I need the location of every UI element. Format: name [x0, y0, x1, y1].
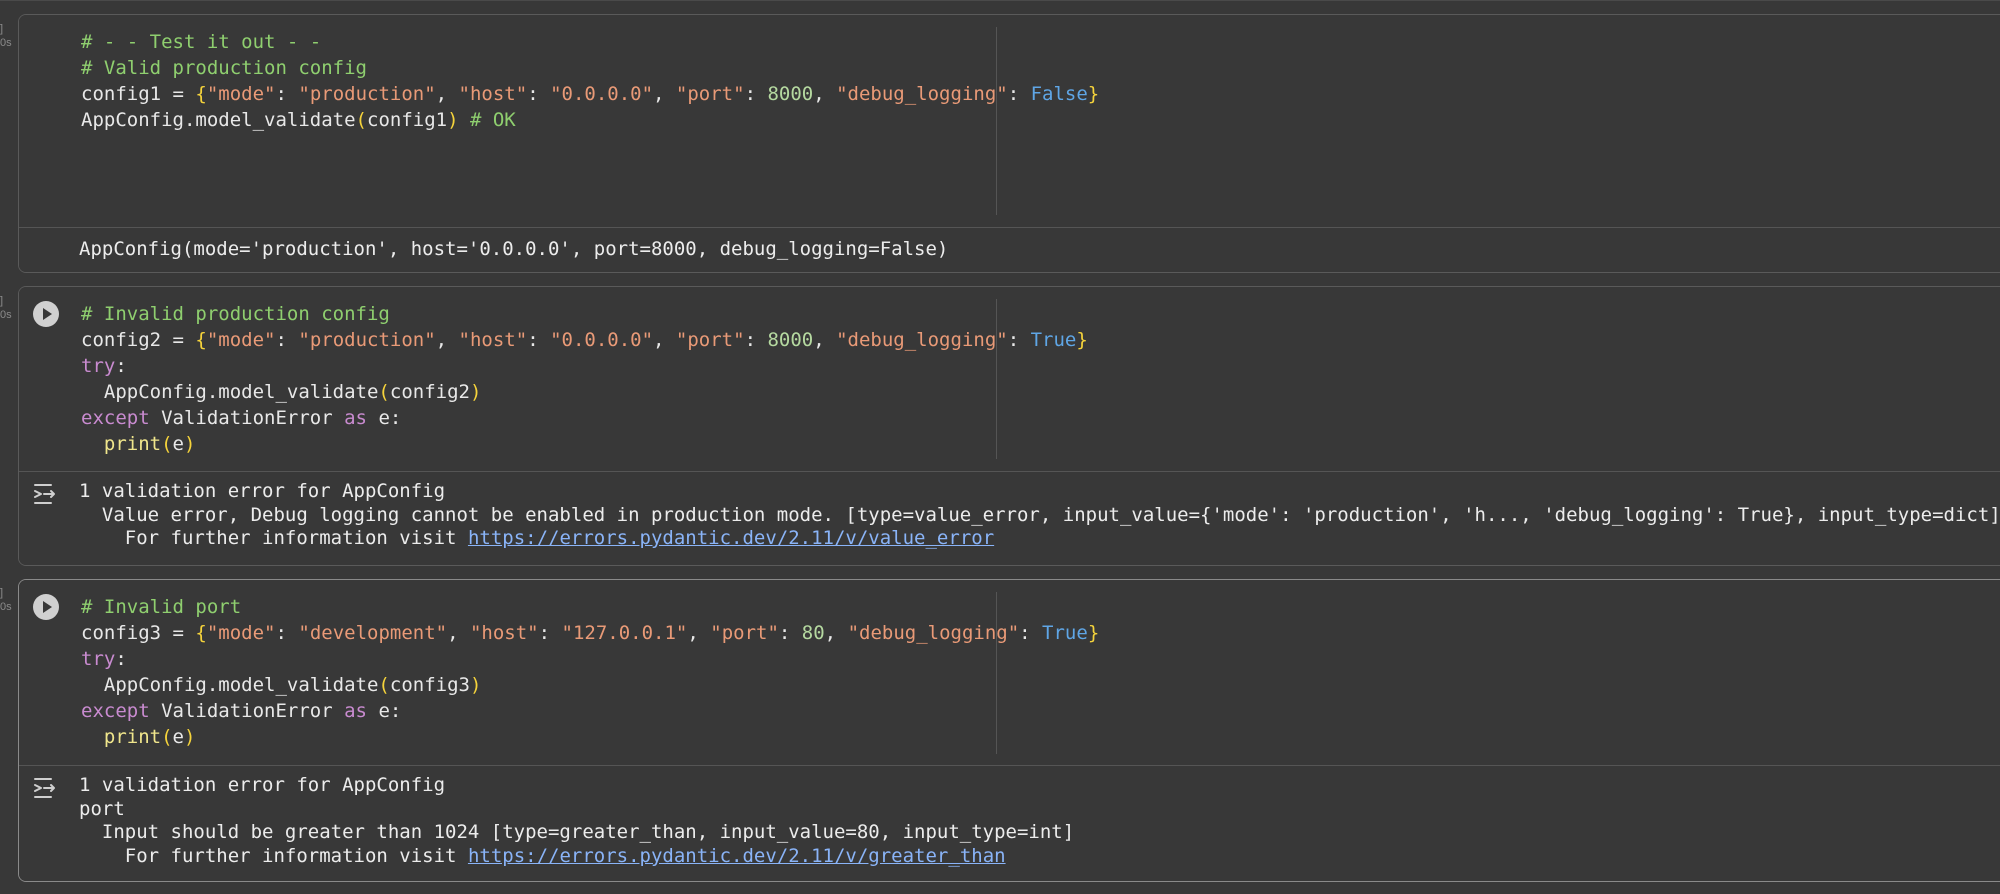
code-cell-3[interactable]: # Invalid port config3 = {"mode": "develo… — [18, 579, 2000, 882]
play-circle-icon — [43, 308, 52, 320]
code-line: # Invalid port — [81, 596, 242, 618]
output-line: Value error, Debug logging cannot be ena… — [79, 503, 2000, 526]
output-menu-icon[interactable] — [33, 482, 59, 506]
output-line: 1 validation error for AppConfig — [79, 774, 446, 796]
output-line: Input should be greater than 1024 [type=… — [79, 821, 1075, 843]
error-docs-link[interactable]: https://errors.pydantic.dev/2.11/v/value… — [468, 527, 994, 549]
code-line: AppConfig.model_validate(config1) # OK — [81, 109, 516, 131]
run-cell-button[interactable] — [33, 301, 59, 327]
code-line: # Valid production config — [81, 57, 367, 79]
error-docs-link[interactable]: https://errors.pydantic.dev/2.11/v/great… — [468, 845, 1006, 867]
cell-3-gutter: ] 0s — [0, 587, 12, 613]
cell-2-code[interactable]: # Invalid production config config2 = {"m… — [81, 301, 1088, 457]
code-line: except ValidationError as e: — [81, 407, 402, 429]
output-line: For further information visit https://er… — [79, 844, 1006, 867]
code-line: print(e) — [103, 433, 196, 455]
cell-1-output: AppConfig(mode='production', host='0.0.0… — [19, 227, 2000, 272]
code-line: config1 = {"mode": "production", "host":… — [81, 83, 1100, 105]
output-text: AppConfig(mode='production', host='0.0.0… — [79, 238, 948, 262]
output-line: 1 validation error for AppConfig — [79, 480, 446, 502]
top-divider — [0, 0, 2000, 1]
cell-3-editor[interactable]: # Invalid port config3 = {"mode": "develo… — [19, 580, 2000, 765]
cell-1-code[interactable]: # - - Test it out - - # Valid production … — [81, 29, 1099, 133]
cell-2-output: 1 validation error for AppConfig Value e… — [19, 471, 2000, 565]
output-line: AppConfig(mode='production', host='0.0.0… — [79, 238, 949, 260]
code-line: AppConfig.model_validate(config3) — [81, 674, 482, 696]
output-text: 1 validation error for AppConfig port Inp… — [79, 774, 1074, 868]
code-cell-1[interactable]: # - - Test it out - - # Valid production … — [18, 14, 2000, 273]
output-text: 1 validation error for AppConfig Value e… — [79, 480, 2000, 551]
code-cell-2[interactable]: # Invalid production config config2 = {"m… — [18, 286, 2000, 566]
code-line: except ValidationError as e: — [81, 700, 402, 722]
code-line: # Invalid production config — [81, 303, 390, 325]
code-line: print(e) — [103, 726, 196, 748]
code-line: AppConfig.model_validate(config2) — [81, 381, 482, 403]
code-line: # - - Test it out - - — [81, 31, 322, 53]
cell-3-output: 1 validation error for AppConfig port Inp… — [19, 765, 2000, 881]
cell-3-code[interactable]: # Invalid port config3 = {"mode": "develo… — [81, 594, 1099, 750]
output-line: For further information visit https://er… — [79, 527, 995, 549]
cell-2-gutter: ] 0s — [0, 295, 12, 321]
code-line: config3 = {"mode": "development", "host"… — [81, 622, 1100, 644]
play-circle-icon — [43, 601, 52, 613]
cell-1-editor[interactable]: # - - Test it out - - # Valid production … — [19, 15, 2000, 227]
run-cell-button[interactable] — [33, 594, 59, 620]
cell-2-editor[interactable]: # Invalid production config config2 = {"m… — [19, 287, 2000, 471]
code-line: try: — [81, 648, 127, 670]
cell-1-gutter: ] 0s — [0, 23, 12, 49]
code-line: try: — [81, 355, 127, 377]
output-line: port — [79, 797, 125, 820]
output-menu-icon[interactable] — [33, 776, 59, 800]
code-line: config2 = {"mode": "production", "host":… — [81, 329, 1088, 351]
